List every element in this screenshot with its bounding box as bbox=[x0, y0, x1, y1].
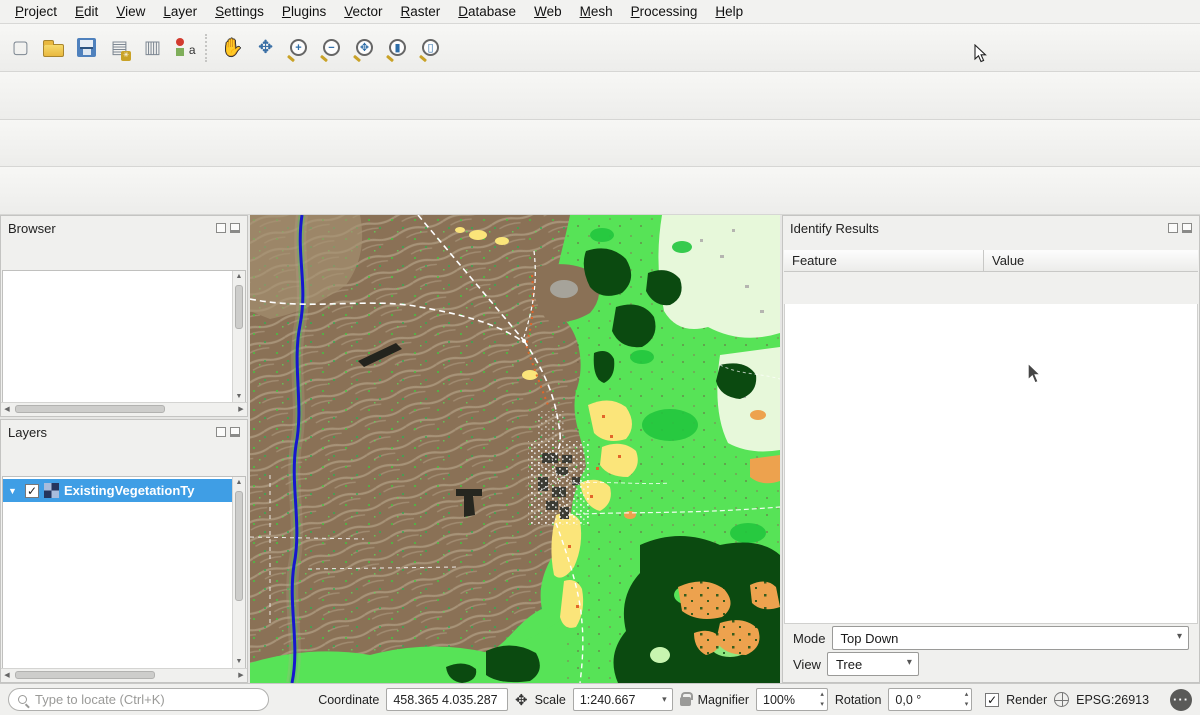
menu-item-view[interactable]: View bbox=[107, 1, 154, 22]
identify-table-header: Feature Value bbox=[784, 250, 1198, 272]
value-column-header[interactable]: Value bbox=[984, 253, 1024, 268]
browser-hscrollbar[interactable]: ◀▶ bbox=[1, 402, 247, 415]
identify-results-body[interactable] bbox=[784, 304, 1198, 624]
magnifier-spinbox[interactable]: 100% bbox=[756, 688, 828, 711]
toolbar-row-2 bbox=[0, 72, 1200, 120]
qgis-window: ProjectEditViewLayerSettingsPluginsVecto… bbox=[0, 0, 1200, 715]
menu-item-plugins[interactable]: Plugins bbox=[273, 1, 335, 22]
browser-close-icon[interactable] bbox=[230, 223, 240, 233]
layers-float-icon[interactable] bbox=[216, 427, 226, 437]
render-label: Render bbox=[1006, 693, 1047, 707]
pan-map-button[interactable]: ✋▾ bbox=[216, 31, 249, 65]
menu-item-database[interactable]: Database bbox=[449, 1, 525, 22]
style-manager-button[interactable]: a▾ bbox=[169, 31, 202, 65]
browser-panel-title: Browser bbox=[1, 216, 247, 240]
new-project-button[interactable]: ▢▾ bbox=[4, 31, 37, 65]
coordinate-label: Coordinate bbox=[318, 693, 379, 707]
sep: ▾ bbox=[205, 34, 213, 62]
zoom-in-button[interactable]: +▾ bbox=[282, 31, 315, 65]
browser-vscrollbar[interactable]: ▲▼ bbox=[232, 271, 245, 403]
layers-panel: Layers ▼ ✓ ExistingVegetationTy ▲▼ ◀▶ bbox=[0, 419, 248, 683]
browser-tree[interactable]: ▲▼ bbox=[2, 270, 246, 404]
lock-scale-icon[interactable] bbox=[680, 697, 691, 706]
identify-mode-row: Mode Top Down bbox=[785, 624, 1197, 652]
menu-bar: ProjectEditViewLayerSettingsPluginsVecto… bbox=[0, 0, 1200, 24]
identify-float-icon[interactable] bbox=[1168, 223, 1178, 233]
layers-vscrollbar[interactable]: ▲▼ bbox=[232, 477, 245, 668]
rotation-spinbox[interactable]: 0,0 ° bbox=[888, 688, 972, 711]
pan-to-selection-button[interactable]: ✥▾ bbox=[249, 31, 282, 65]
identify-panel-title: Identify Results bbox=[783, 216, 1199, 240]
messages-icon[interactable]: ··· bbox=[1170, 689, 1192, 711]
identify-close-icon[interactable] bbox=[1182, 223, 1192, 233]
menu-item-project[interactable]: Project bbox=[6, 1, 66, 22]
layers-toolbar bbox=[1, 444, 247, 448]
crs-globe-icon[interactable] bbox=[1054, 692, 1069, 707]
menu-item-layer[interactable]: Layer bbox=[154, 1, 206, 22]
menu-item-settings[interactable]: Settings bbox=[206, 1, 273, 22]
view-label: View bbox=[793, 657, 821, 672]
zoom-to-layer-button[interactable]: ▯▾ bbox=[414, 31, 447, 65]
identify-view-row: View Tree bbox=[785, 650, 927, 678]
crs-value[interactable]: EPSG:26913 bbox=[1076, 693, 1149, 707]
identify-title-label: Identify Results bbox=[790, 221, 879, 236]
rotation-label: Rotation bbox=[835, 693, 882, 707]
layers-close-icon[interactable] bbox=[230, 427, 240, 437]
menu-item-vector[interactable]: Vector bbox=[335, 1, 391, 22]
locator-input[interactable] bbox=[35, 692, 259, 707]
identify-results-panel: Identify Results Feature Value Mode Top … bbox=[782, 215, 1200, 683]
toolbar-row-1: ▢▾▾▾▤▾▥▾a▾▾✋▾✥▾+▾−▾✥▾▮▾▯▾ bbox=[0, 24, 1200, 72]
toolbar-row-3 bbox=[0, 120, 1200, 167]
scale-label: Scale bbox=[535, 693, 566, 707]
active-layer-label: ExistingVegetationTy bbox=[64, 483, 195, 498]
feature-column-header[interactable]: Feature bbox=[784, 250, 984, 271]
save-project-button[interactable]: ▾ bbox=[70, 31, 103, 65]
menu-item-edit[interactable]: Edit bbox=[66, 1, 107, 22]
browser-title-label: Browser bbox=[8, 221, 56, 236]
scale-select[interactable]: 1:240.667 bbox=[573, 688, 673, 711]
search-icon bbox=[18, 695, 27, 704]
layers-panel-title: Layers bbox=[1, 420, 247, 444]
collapse-arrow-icon[interactable]: ▼ bbox=[8, 486, 20, 496]
status-bar: Coordinate 458.365 4.035.287 ✥ Scale 1:2… bbox=[0, 683, 1200, 715]
layer-visibility-checkbox[interactable]: ✓ bbox=[25, 484, 39, 498]
magnifier-label: Magnifier bbox=[698, 693, 749, 707]
layers-title-label: Layers bbox=[8, 425, 47, 440]
menu-item-raster[interactable]: Raster bbox=[392, 1, 450, 22]
active-layer-row[interactable]: ▼ ✓ ExistingVegetationTy bbox=[3, 479, 232, 502]
browser-panel: Browser ▲▼ ◀▶ bbox=[0, 215, 248, 417]
render-checkbox[interactable]: ✓ bbox=[985, 693, 999, 707]
vegetation-raster-map bbox=[250, 215, 780, 683]
view-select[interactable]: Tree bbox=[827, 652, 919, 676]
new-print-layout-button[interactable]: ▤▾ bbox=[103, 31, 136, 65]
browser-toolbar bbox=[1, 240, 247, 244]
open-project-button[interactable]: ▾ bbox=[37, 31, 70, 65]
layers-tree[interactable]: ▼ ✓ ExistingVegetationTy ▲▼ bbox=[2, 476, 246, 669]
toolbar-row-4 bbox=[0, 167, 1200, 215]
menu-item-processing[interactable]: Processing bbox=[622, 1, 707, 22]
zoom-out-button[interactable]: −▾ bbox=[315, 31, 348, 65]
show-layout-manager-button[interactable]: ▥▾ bbox=[136, 31, 169, 65]
locator-search[interactable] bbox=[8, 688, 269, 711]
mode-label: Mode bbox=[793, 631, 826, 646]
mode-select[interactable]: Top Down bbox=[832, 626, 1189, 650]
map-canvas[interactable] bbox=[250, 215, 780, 683]
menu-item-help[interactable]: Help bbox=[706, 1, 752, 22]
menu-item-web[interactable]: Web bbox=[525, 1, 571, 22]
layers-hscrollbar[interactable]: ◀▶ bbox=[1, 668, 247, 681]
zoom-full-button[interactable]: ✥▾ bbox=[348, 31, 381, 65]
identify-toolbar bbox=[783, 240, 1199, 244]
browser-float-icon[interactable] bbox=[216, 223, 226, 233]
menu-item-mesh[interactable]: Mesh bbox=[571, 1, 622, 22]
extents-icon[interactable]: ✥ bbox=[515, 691, 528, 709]
zoom-to-selection-button[interactable]: ▮▾ bbox=[381, 31, 414, 65]
panel-splitter[interactable] bbox=[0, 417, 248, 419]
coordinate-field[interactable]: 458.365 4.035.287 bbox=[386, 688, 508, 711]
raster-layer-icon bbox=[44, 483, 59, 498]
